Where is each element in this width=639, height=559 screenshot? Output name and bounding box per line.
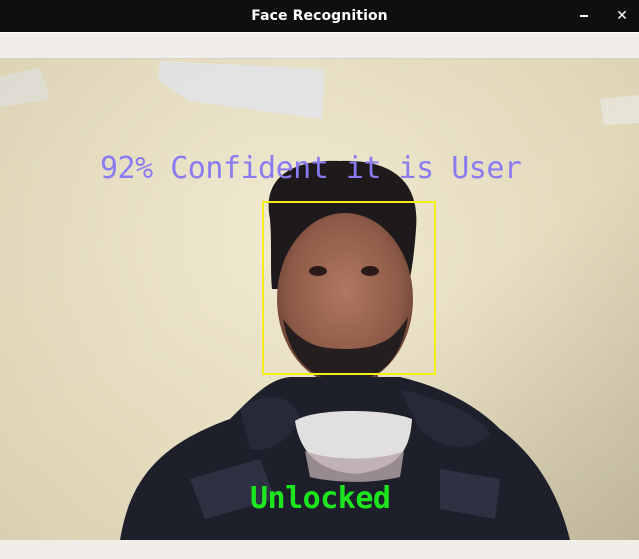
bottom-bar [0,540,639,559]
minimize-button[interactable] [568,0,600,32]
face-detection-box [262,201,436,375]
toolbar [0,32,639,59]
title-bar[interactable]: Face Recognition ✕ [0,0,639,32]
confidence-label: 92% Confident it is User [100,151,522,186]
app-window: Face Recognition ✕ 92% Confident it is U… [0,0,639,559]
window-title: Face Recognition [251,8,388,24]
close-icon: ✕ [616,8,628,24]
close-button[interactable]: ✕ [606,0,638,32]
unlock-status-label: Unlocked [250,481,391,516]
camera-feed: 92% Confident it is User Unlocked [0,59,639,540]
minimize-icon [580,15,588,17]
